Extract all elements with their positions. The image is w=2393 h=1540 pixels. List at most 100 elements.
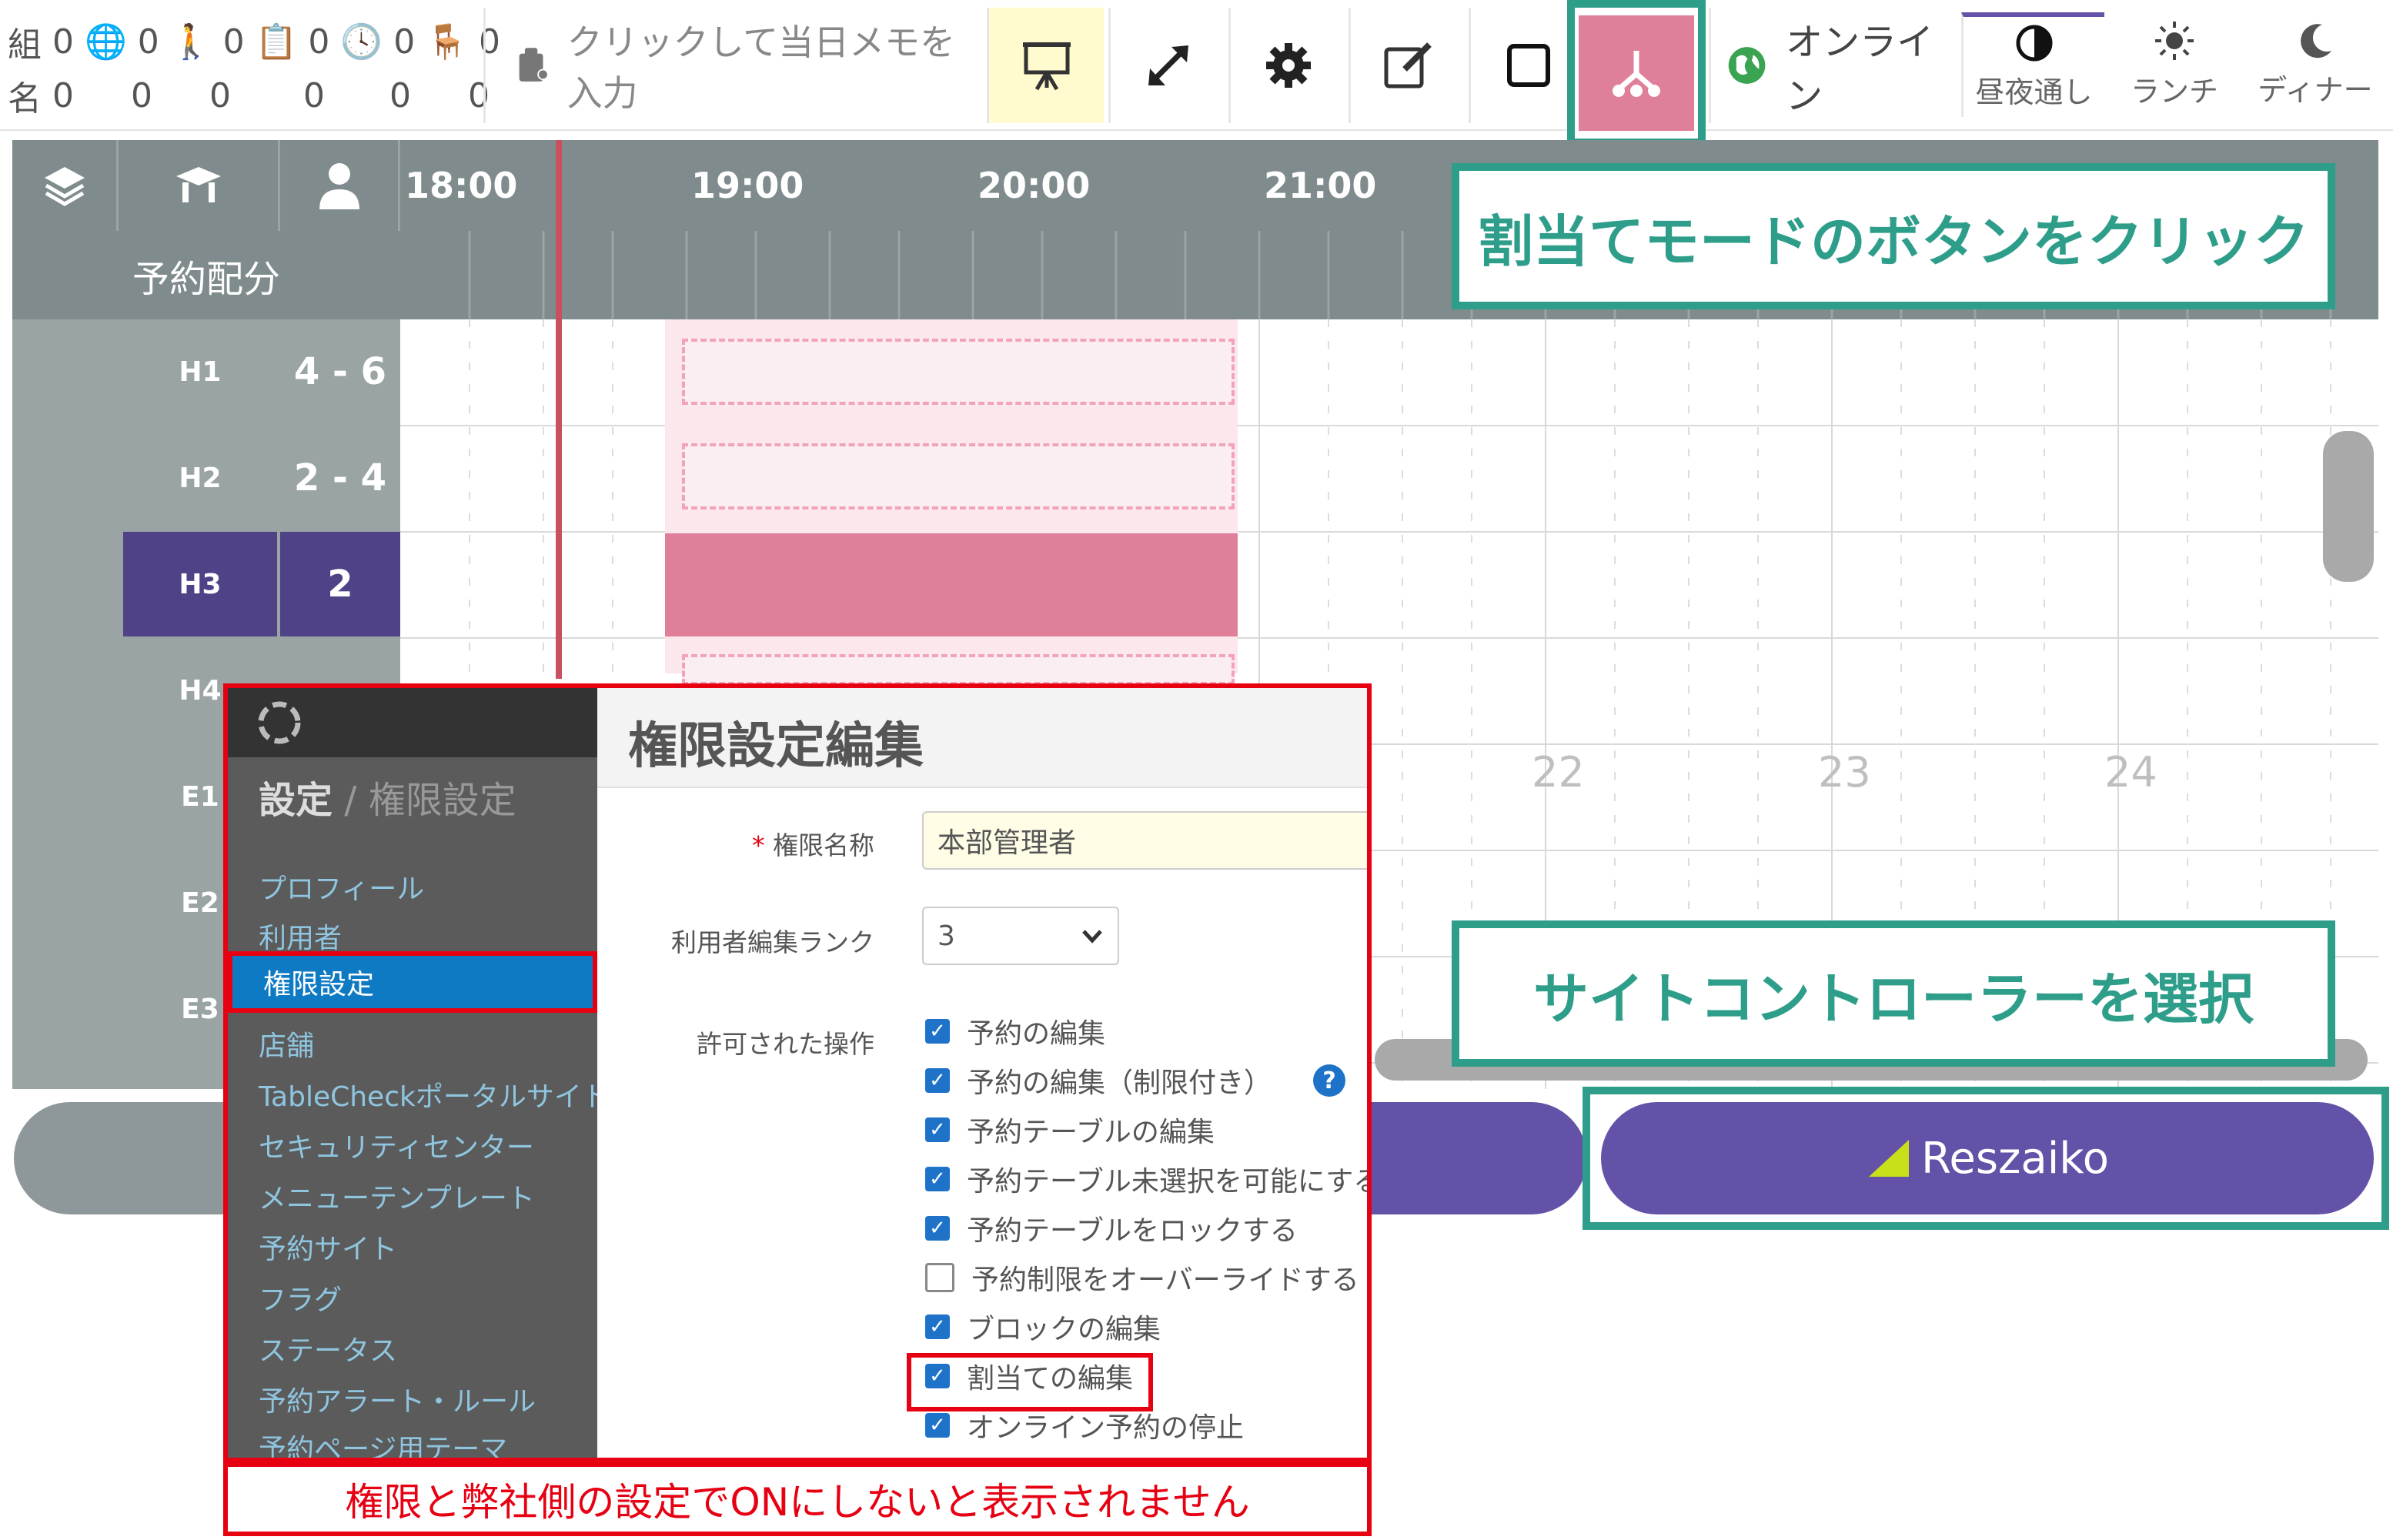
square-icon xyxy=(1506,44,1550,87)
op-checkbox-row[interactable]: ✓ 予約の編集 xyxy=(925,1011,1105,1051)
day-number: 23 xyxy=(1818,748,1871,797)
checkbox-checked[interactable]: ✓ xyxy=(925,1315,950,1339)
op-checkbox-row[interactable]: ✓ オンライン予約の停止 xyxy=(925,1405,1244,1445)
gear-icon xyxy=(1265,43,1311,88)
allocation-slot-dashed[interactable] xyxy=(682,654,1235,685)
sidebar-item-stores[interactable]: 店舗 xyxy=(259,1024,314,1064)
table-row-label[interactable]: H1 xyxy=(123,319,277,424)
memo-placeholder: クリックして当日メモを入力 xyxy=(566,22,956,114)
table-capacity: 2 xyxy=(280,532,400,636)
op-checkbox-row[interactable]: ✓ 予約の編集（制限付き） ? xyxy=(925,1061,1346,1101)
callout-assign-mode: 割当てモードのボタンをクリック xyxy=(1452,163,2335,309)
mode-dinner-button[interactable]: ディナー xyxy=(2246,12,2385,117)
assign-mode-frame xyxy=(1567,0,1706,146)
half-moon-icon xyxy=(2016,25,2052,61)
checkbox-checked[interactable]: ✓ xyxy=(925,1364,950,1388)
checkbox-checked[interactable]: ✓ xyxy=(925,1068,950,1093)
settings-breadcrumb: 設定 / 権限設定 xyxy=(259,779,516,822)
mode-all-day-button[interactable]: 昼夜通し xyxy=(1961,12,2104,117)
name-input[interactable]: 本部管理者 xyxy=(922,811,1367,870)
sidebar-topbar xyxy=(228,688,597,757)
guest-view-button[interactable] xyxy=(280,140,400,231)
daily-memo-button[interactable]: クリックして当日メモを入力 xyxy=(483,8,984,123)
permission-settings-overlay: 設定 / 権限設定 プロフィール 利用者 権限設定 店舗 TableCheckポ… xyxy=(223,683,1372,1462)
presentation-icon xyxy=(1022,42,1071,91)
op-checkbox-row[interactable]: ✓ 予約テーブルの編集 xyxy=(925,1110,1215,1150)
time-label: 18:00 xyxy=(405,165,518,206)
callout-site-controller: サイトコントローラーを選択 xyxy=(1452,920,2335,1067)
stats-groups-row: 組0 🌐 0 🚶 0 📋 0 🕓 0 🪑 0 xyxy=(8,17,511,66)
checkbox-unchecked[interactable] xyxy=(925,1263,954,1292)
sidebar-item-menu-template[interactable]: メニューテンプレート xyxy=(259,1176,535,1216)
globe-icon xyxy=(1728,47,1766,84)
checkbox-checked[interactable]: ✓ xyxy=(925,1019,950,1044)
sidebar-item-security[interactable]: セキュリティセンター xyxy=(259,1125,534,1165)
checkbox-checked[interactable]: ✓ xyxy=(925,1167,950,1191)
edit-button[interactable] xyxy=(1349,8,1466,123)
layers-icon xyxy=(44,167,85,206)
sidebar-item-flags[interactable]: フラグ xyxy=(259,1278,342,1318)
presentation-button[interactable] xyxy=(987,8,1104,123)
allocation-label: 予約配分 xyxy=(132,257,280,301)
warning-callout: 権限と弊社側の設定でONにしないと表示されません xyxy=(223,1462,1372,1536)
op-checkbox-row[interactable]: ✓ ブロックの編集 xyxy=(925,1307,1161,1347)
settings-button[interactable] xyxy=(1228,8,1345,123)
reszaiko-button[interactable]: Reszaiko xyxy=(1601,1102,2374,1214)
op-checkbox-row-assign-edit[interactable]: ✓ 割当ての編集 xyxy=(925,1356,1133,1396)
clipboard-icon: 📋 xyxy=(255,22,298,62)
groups-label: 組 xyxy=(8,25,42,65)
table-row-label[interactable]: H2 xyxy=(123,426,277,530)
rank-select[interactable]: 3 xyxy=(922,907,1119,965)
sidebar-item-profile[interactable]: プロフィール xyxy=(259,867,424,907)
time-label: 19:00 xyxy=(691,165,804,206)
person-icon xyxy=(319,163,359,209)
allocation-slot-filled[interactable] xyxy=(665,533,1238,636)
walk-in-icon: 🚶 xyxy=(169,22,212,62)
sidebar-item-permissions-active[interactable]: 権限設定 xyxy=(228,951,597,1013)
app-logo-icon xyxy=(258,701,301,744)
sidebar-item-theme[interactable]: 予約ページ用テーマ xyxy=(259,1427,507,1458)
guests-label: 名 xyxy=(8,79,42,119)
sidebar-item-users[interactable]: 利用者 xyxy=(259,916,342,956)
table-icon xyxy=(175,167,221,202)
op-checkbox-row[interactable]: 予約制限をオーバーライドする ? xyxy=(925,1258,1367,1298)
checkbox-checked[interactable]: ✓ xyxy=(925,1117,950,1142)
settings-main: 権限設定編集 * 権限名称 本部管理者 利用者編集ランク 3 許可された操作 ✓… xyxy=(597,688,1367,1458)
sidebar-item-alerts[interactable]: 予約アラート・ルール xyxy=(259,1379,536,1419)
time-label: 20:00 xyxy=(978,165,1091,206)
globe-icon: 🌐 xyxy=(85,22,127,62)
checkbox-checked[interactable]: ✓ xyxy=(925,1413,950,1438)
allocation-slot-dashed[interactable] xyxy=(682,339,1235,405)
clock-icon: 🕓 xyxy=(340,22,383,62)
chevron-down-icon xyxy=(1082,930,1102,944)
sidebar-item-booking-sites[interactable]: 予約サイト xyxy=(259,1227,397,1267)
settings-sidebar: 設定 / 権限設定 プロフィール 利用者 権限設定 店舗 TableCheckポ… xyxy=(228,688,610,1458)
memo-pin-icon xyxy=(519,48,549,82)
time-label: 21:00 xyxy=(1264,165,1377,206)
name-field-label: * 権限名称 xyxy=(752,830,874,860)
edit-icon xyxy=(1384,42,1432,89)
table-view-button[interactable] xyxy=(119,140,280,231)
allocation-slot-dashed[interactable] xyxy=(682,443,1235,509)
online-status-button[interactable]: オンライン xyxy=(1709,8,1955,123)
op-checkbox-row[interactable]: ✓ 予約テーブル未選択を可能にする xyxy=(925,1159,1367,1199)
table-capacity: 2 - 4 xyxy=(280,426,400,530)
sidebar-item-portal[interactable]: TableCheckポータルサイト xyxy=(259,1074,610,1114)
help-icon[interactable]: ? xyxy=(1313,1064,1346,1097)
assign-mode-button[interactable] xyxy=(1579,15,1694,131)
checkbox-checked[interactable]: ✓ xyxy=(925,1216,950,1241)
moon-icon xyxy=(2301,23,2331,58)
stats-guests-row: 名 0 0 0 0 0 0 xyxy=(8,71,500,120)
table-row-label-selected[interactable]: H3 xyxy=(123,532,277,636)
sun-icon xyxy=(2155,21,2194,60)
layers-button[interactable] xyxy=(12,140,119,231)
mode-lunch-button[interactable]: ランチ xyxy=(2109,12,2240,117)
rank-field-label: 利用者編集ランク xyxy=(671,927,874,957)
assign-mode-icon xyxy=(1613,51,1660,97)
vertical-scrollbar-thumb[interactable] xyxy=(2323,431,2374,582)
expand-button[interactable] xyxy=(1108,8,1225,123)
sidebar-item-status[interactable]: ステータス xyxy=(259,1328,397,1368)
table-capacity: 4 - 6 xyxy=(280,319,400,424)
op-checkbox-row[interactable]: ✓ 予約テーブルをロックする xyxy=(925,1208,1298,1248)
table-chair-icon: 🪑 xyxy=(426,22,468,62)
